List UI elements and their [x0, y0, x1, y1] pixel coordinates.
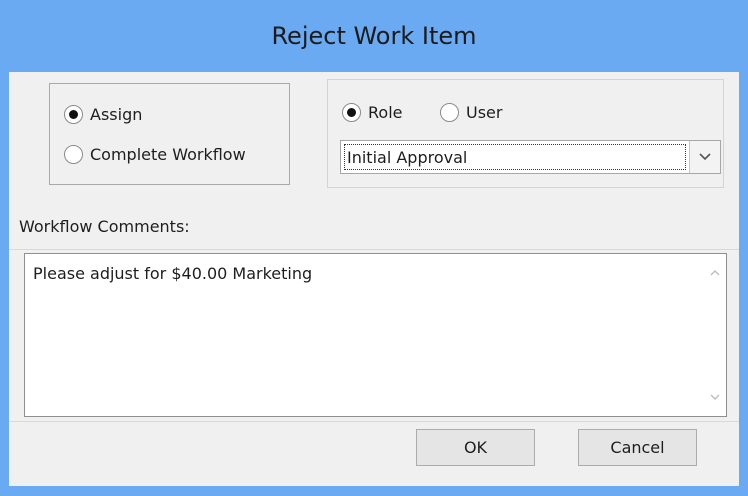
action-group: Assign Complete Workflow [49, 83, 290, 185]
complete-workflow-radio-option[interactable]: Complete Workflow [64, 145, 246, 164]
role-combobox[interactable]: Initial Approval [340, 140, 721, 174]
assign-radio-option[interactable]: Assign [64, 105, 142, 124]
scroll-down-icon[interactable] [710, 394, 720, 400]
scroll-up-icon[interactable] [710, 270, 720, 276]
divider [9, 249, 739, 250]
cancel-button[interactable]: Cancel [578, 429, 697, 466]
workflow-comments-textarea[interactable]: Please adjust for $40.00 Marketing [24, 253, 727, 417]
chevron-down-icon [699, 153, 711, 161]
workflow-comments-label: Workflow Comments: [19, 217, 190, 236]
complete-workflow-radio-button[interactable] [64, 145, 83, 164]
user-radio-button[interactable] [440, 103, 459, 122]
combobox-dropdown-button[interactable] [689, 141, 720, 173]
workflow-comments-text[interactable]: Please adjust for $40.00 Marketing [33, 264, 312, 283]
assign-target-group: Role User Initial Approval [327, 79, 724, 188]
assign-radio-button[interactable] [64, 105, 83, 124]
complete-workflow-radio-label: Complete Workflow [90, 145, 246, 164]
role-combobox-value[interactable]: Initial Approval [344, 144, 686, 170]
divider [9, 421, 739, 422]
reject-work-item-dialog: Reject Work Item Assign Complete Workflo… [0, 0, 748, 496]
user-radio-option[interactable]: User [440, 103, 502, 122]
dialog-title: Reject Work Item [271, 22, 477, 50]
user-radio-label: User [466, 103, 503, 122]
role-radio-button[interactable] [342, 103, 361, 122]
role-radio-label: Role [368, 103, 403, 122]
comments-vertical-scrollbar[interactable] [704, 254, 726, 416]
ok-button[interactable]: OK [416, 429, 535, 466]
assign-radio-label: Assign [90, 105, 143, 124]
role-radio-option[interactable]: Role [342, 103, 402, 122]
dialog-client-area: Assign Complete Workflow Role User Initi… [9, 72, 739, 486]
